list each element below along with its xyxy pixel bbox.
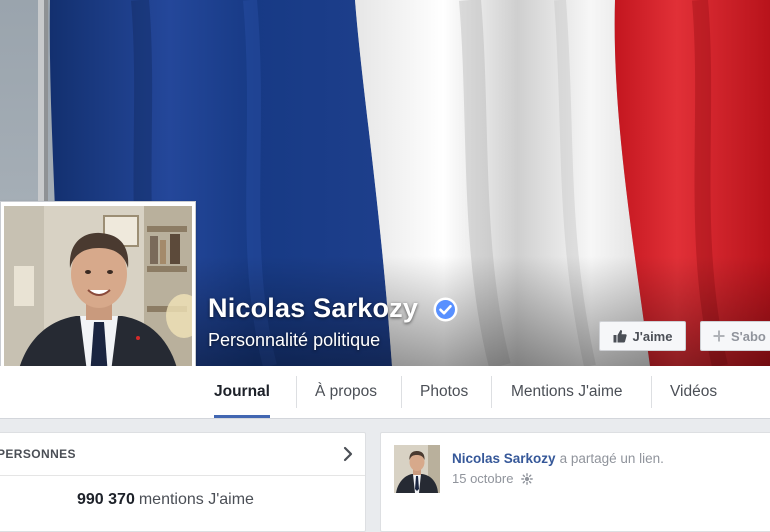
post-header: Nicolas Sarkozy a partagé un lien. (452, 451, 664, 466)
subscribe-button[interactable]: S'abo (700, 321, 770, 351)
likes-label: mentions J'aime (138, 491, 254, 508)
tab-divider (401, 376, 402, 408)
post-author-link[interactable]: Nicolas Sarkozy (452, 451, 556, 466)
post-card: Nicolas Sarkozy a partagé un lien. 15 oct… (380, 432, 770, 532)
like-button-label: J'aime (632, 328, 673, 344)
people-card-title: PERSONNES (0, 447, 76, 461)
tab-divider (491, 376, 492, 408)
page-tabs: Journal À propos Photos Mentions J'aime … (0, 366, 770, 419)
tab-photos[interactable]: Photos (420, 366, 468, 418)
likes-count: 990 370 (77, 491, 135, 508)
tab-mentions-jaime[interactable]: Mentions J'aime (511, 366, 623, 418)
post-meta: 15 octobre (452, 471, 534, 486)
chevron-right-icon[interactable] (343, 446, 353, 462)
like-button[interactable]: J'aime (599, 321, 686, 351)
tab-divider (296, 376, 297, 408)
people-card: PERSONNES 990 370 mentions J'aime (0, 432, 366, 532)
page-category[interactable]: Personnalité politique (208, 330, 380, 351)
thumbs-up-icon (613, 330, 627, 343)
plus-icon (713, 330, 725, 342)
subscribe-button-label: S'abo (731, 328, 766, 344)
post-action-text: a partagé un lien. (559, 451, 664, 466)
likes-summary[interactable]: 990 370 mentions J'aime (77, 491, 254, 509)
page-name[interactable]: Nicolas Sarkozy (208, 293, 418, 324)
tab-videos[interactable]: Vidéos (670, 366, 717, 418)
tab-a-propos[interactable]: À propos (315, 366, 377, 418)
post-date[interactable]: 15 octobre (452, 471, 513, 486)
people-card-header[interactable]: PERSONNES (0, 433, 365, 476)
verified-badge-icon (433, 297, 458, 322)
tab-journal[interactable]: Journal (214, 366, 270, 418)
globe-icon[interactable] (521, 472, 534, 485)
tab-divider (651, 376, 652, 408)
post-author-avatar[interactable] (394, 445, 440, 493)
